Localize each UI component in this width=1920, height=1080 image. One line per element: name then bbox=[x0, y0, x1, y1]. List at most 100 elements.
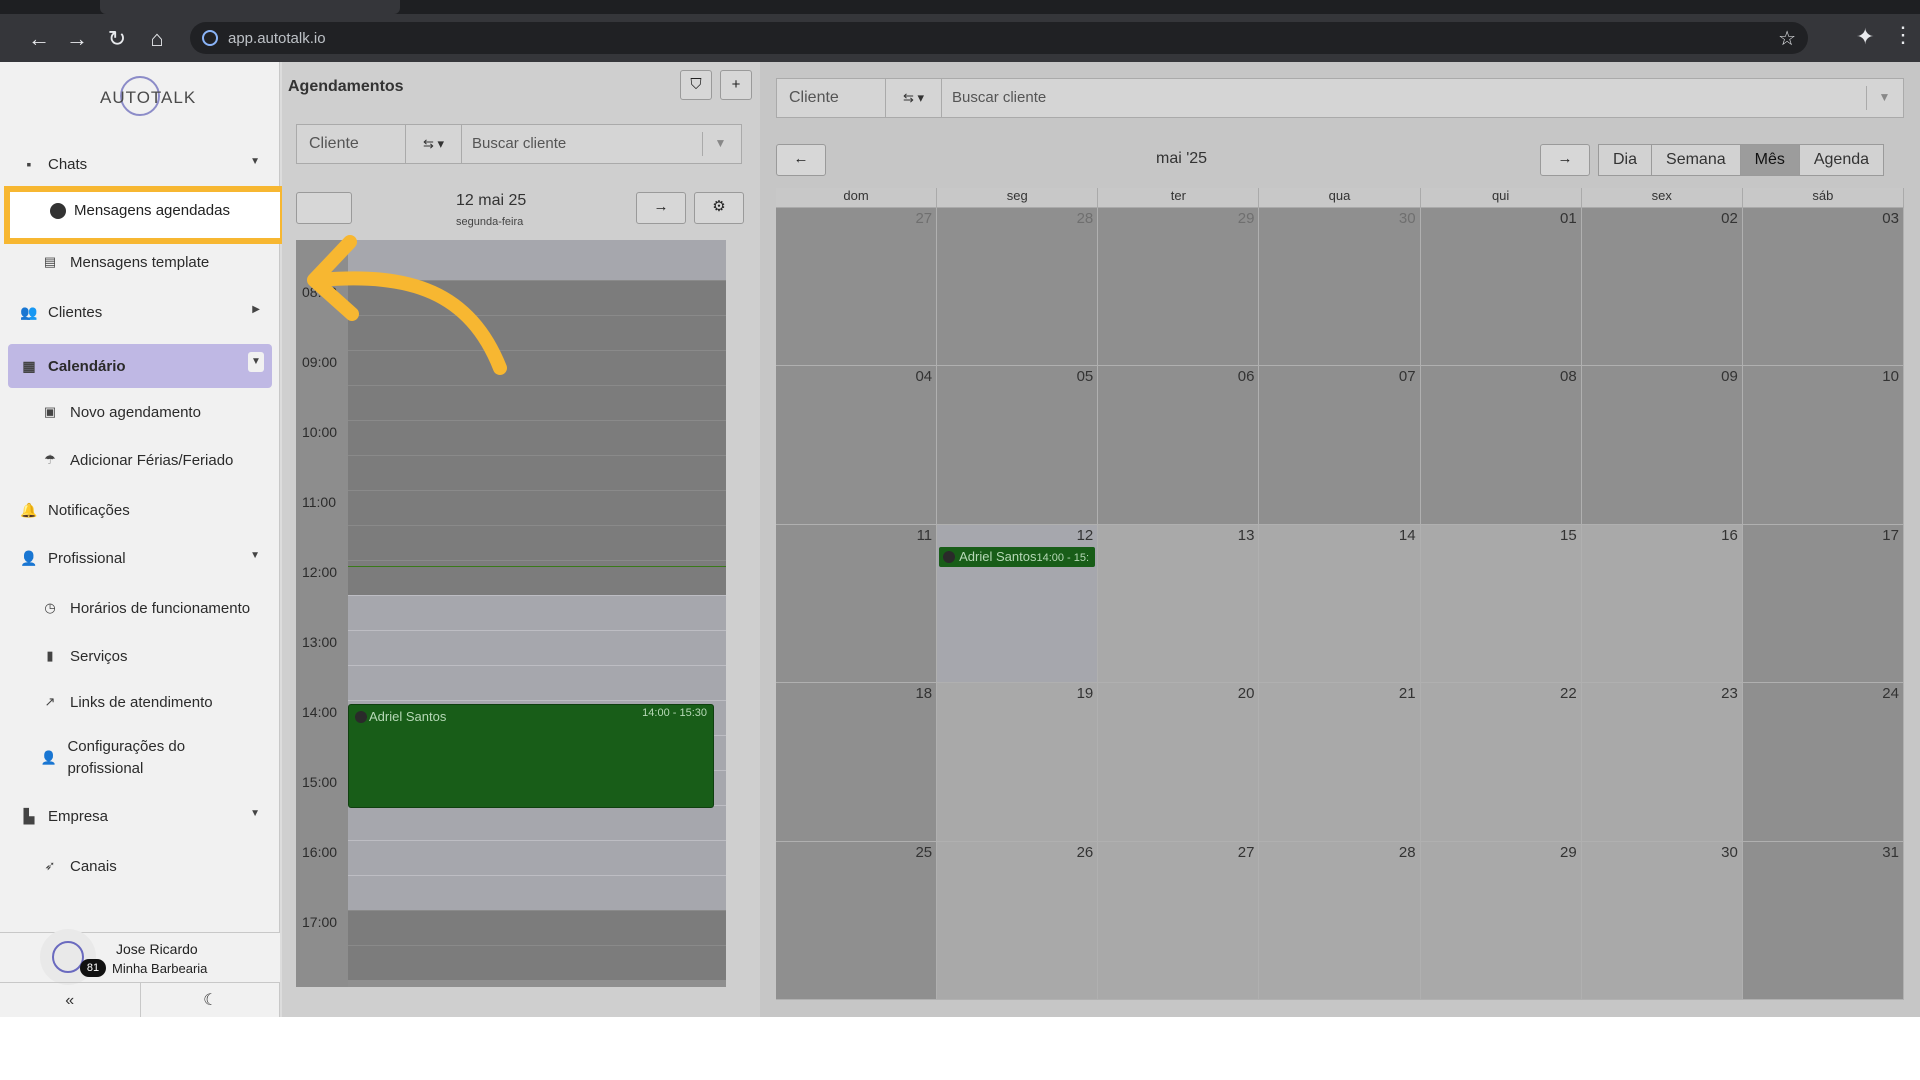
chevron-down-icon[interactable]: ▼ bbox=[1866, 86, 1902, 110]
day-cell[interactable]: 26 bbox=[937, 841, 1099, 1000]
prev-day-button[interactable] bbox=[296, 192, 352, 224]
filter-options-icon[interactable]: ⇆ ▾ bbox=[886, 78, 942, 118]
time-slot[interactable] bbox=[348, 945, 726, 980]
view-day-button[interactable]: Dia bbox=[1598, 144, 1653, 176]
autotalk-logo[interactable]: AUTOTALK bbox=[100, 74, 195, 118]
day-cell[interactable]: 29 bbox=[1420, 841, 1582, 1000]
sidebar-item-mensagens-template[interactable]: ▤ Mensagens template bbox=[40, 244, 272, 280]
back-icon[interactable]: ← bbox=[26, 26, 52, 52]
time-slot[interactable] bbox=[348, 525, 726, 560]
view-agenda-button[interactable]: Agenda bbox=[1799, 144, 1885, 176]
day-cell[interactable]: 24 bbox=[1742, 683, 1904, 842]
day-cell[interactable]: 08 bbox=[1420, 366, 1582, 525]
arrow-right-icon[interactable]: → bbox=[1540, 144, 1590, 176]
time-slot[interactable] bbox=[348, 805, 726, 840]
day-cell[interactable]: 04 bbox=[776, 366, 938, 525]
day-cell[interactable]: 25 bbox=[776, 841, 938, 1000]
sidebar-item-novo-agendamento[interactable]: ▣ Novo agendamento bbox=[40, 394, 272, 430]
filter-options-icon[interactable]: ⇆ ▾ bbox=[406, 124, 462, 164]
sidebar-item-calendario[interactable]: ▦ Calendário ▼ bbox=[8, 344, 272, 388]
sidebar-item-notificacoes[interactable]: 🔔 Notificações bbox=[8, 492, 272, 528]
site-info-icon[interactable] bbox=[202, 30, 218, 46]
sidebar-item-clientes[interactable]: 👥 Clientes ▶ bbox=[8, 294, 272, 330]
day-cell[interactable]: 31 bbox=[1742, 841, 1904, 1000]
day-cell[interactable]: 28 bbox=[1259, 841, 1421, 1000]
sidebar-item-servicos[interactable]: ▮ Serviços bbox=[40, 638, 272, 674]
time-slot[interactable] bbox=[348, 840, 726, 875]
day-cell[interactable]: 30 bbox=[1581, 841, 1743, 1000]
gear-icon[interactable]: ⚙ bbox=[694, 192, 744, 224]
calendar-client-search-input[interactable]: Buscar cliente bbox=[942, 78, 1904, 118]
arrow-left-icon[interactable]: ← bbox=[776, 144, 826, 176]
forward-icon[interactable]: → bbox=[64, 26, 90, 52]
day-cell[interactable]: 13 bbox=[1098, 524, 1260, 684]
day-cell[interactable]: 02 bbox=[1581, 208, 1743, 367]
day-cell[interactable]: 27 bbox=[1098, 841, 1260, 1000]
time-slot[interactable] bbox=[348, 630, 726, 665]
extensions-puzzle-icon[interactable]: ✦ bbox=[1856, 24, 1874, 50]
day-cell[interactable]: 12 Adriel Santos14:00 - 15: bbox=[937, 524, 1099, 684]
client-search-input[interactable]: Buscar cliente bbox=[462, 124, 742, 164]
day-cell[interactable]: 01 bbox=[1420, 208, 1582, 367]
dark-mode-moon-icon[interactable]: ☾ bbox=[139, 983, 281, 1017]
add-icon[interactable]: + bbox=[720, 70, 752, 100]
day-cell[interactable]: 19 bbox=[937, 683, 1099, 842]
sidebar-item-ferias-feriado[interactable]: ☂ Adicionar Férias/Feriado bbox=[40, 442, 272, 478]
day-cell[interactable]: 27 bbox=[776, 208, 938, 367]
home-icon[interactable]: ⌂ bbox=[144, 26, 170, 52]
day-cell[interactable]: 07 bbox=[1259, 366, 1421, 525]
user-profile-card[interactable]: 81 Jose Ricardo Minha Barbearia bbox=[0, 929, 280, 985]
sidebar-item-configuracoes-profissional[interactable]: 👤 Configurações do profissional bbox=[40, 734, 240, 782]
day-cell[interactable]: 05 bbox=[937, 366, 1099, 525]
day-cell[interactable]: 30 bbox=[1259, 208, 1421, 367]
browser-menu-icon[interactable]: ⋮ bbox=[1892, 22, 1914, 48]
day-cell[interactable]: 15 bbox=[1420, 524, 1582, 684]
time-slot[interactable] bbox=[348, 875, 726, 910]
view-month-button[interactable]: Mês bbox=[1740, 144, 1800, 176]
sidebar-item-empresa[interactable]: ▙ Empresa ▼ bbox=[8, 798, 272, 834]
sidebar-item-links[interactable]: ↗ Links de atendimento bbox=[40, 684, 272, 720]
sidebar-item-canais[interactable]: ➶ Canais bbox=[40, 848, 272, 884]
time-slot[interactable] bbox=[348, 420, 726, 455]
time-slot[interactable] bbox=[348, 665, 726, 700]
day-cell[interactable]: 20 bbox=[1098, 683, 1260, 842]
time-slot[interactable] bbox=[348, 385, 726, 420]
view-week-button[interactable]: Semana bbox=[1652, 144, 1741, 176]
time-slot[interactable] bbox=[348, 910, 726, 945]
reload-icon[interactable]: ↻ bbox=[104, 26, 130, 52]
browser-tab[interactable] bbox=[100, 0, 400, 14]
day-cell[interactable]: 17 bbox=[1742, 524, 1904, 684]
filter-type-select[interactable]: Cliente bbox=[296, 124, 406, 164]
day-cell[interactable]: 11 bbox=[776, 524, 938, 684]
filter-icon[interactable]: ⛉ bbox=[680, 70, 712, 100]
time-slot[interactable] bbox=[348, 455, 726, 490]
time-slot[interactable] bbox=[348, 595, 726, 630]
month-event[interactable]: Adriel Santos14:00 - 15: bbox=[939, 546, 1096, 567]
day-cell[interactable]: 18 bbox=[776, 683, 938, 842]
month-grid: 27 28 29 30 01 02 03 04 05 06 07 08 09 10 11 12 Adriel S… bbox=[776, 208, 1904, 1000]
day-cell[interactable]: 22 bbox=[1420, 683, 1582, 842]
arrow-right-icon[interactable]: → bbox=[636, 192, 686, 224]
bookmark-star-icon[interactable]: ☆ bbox=[1778, 26, 1796, 51]
day-cell[interactable]: 14 bbox=[1259, 524, 1421, 684]
day-cell[interactable]: 23 bbox=[1581, 683, 1743, 842]
calendar-filter-type-select[interactable]: Cliente bbox=[776, 78, 886, 118]
sidebar-item-horarios[interactable]: ◷ Horários de funcionamento bbox=[40, 590, 272, 626]
day-cell[interactable]: 29 bbox=[1098, 208, 1260, 367]
sidebar-item-profissional[interactable]: 👤 Profissional ▼ bbox=[8, 540, 272, 576]
collapse-sidebar-icon[interactable]: « bbox=[0, 983, 140, 1017]
time-slot[interactable] bbox=[348, 490, 726, 525]
day-cell[interactable]: 06 bbox=[1098, 366, 1260, 525]
address-bar[interactable]: app.autotalk.io ☆ bbox=[190, 22, 1808, 54]
day-cell[interactable]: 03 bbox=[1742, 208, 1904, 367]
chevron-down-icon[interactable]: ▼ bbox=[248, 352, 264, 372]
day-cell[interactable]: 16 bbox=[1581, 524, 1743, 684]
day-cell[interactable]: 21 bbox=[1259, 683, 1421, 842]
day-cell[interactable]: 09 bbox=[1581, 366, 1743, 525]
day-cell[interactable]: 28 bbox=[937, 208, 1099, 367]
sidebar-item-chats[interactable]: ▪ Chats ▼ bbox=[8, 146, 272, 182]
highlighted-menu-item[interactable]: Mensagens agendadas bbox=[4, 186, 286, 244]
day-cell[interactable]: 10 bbox=[1742, 366, 1904, 525]
chevron-down-icon[interactable]: ▼ bbox=[702, 132, 738, 156]
day-event[interactable]: Adriel Santos 14:00 - 15:30 bbox=[348, 704, 714, 808]
